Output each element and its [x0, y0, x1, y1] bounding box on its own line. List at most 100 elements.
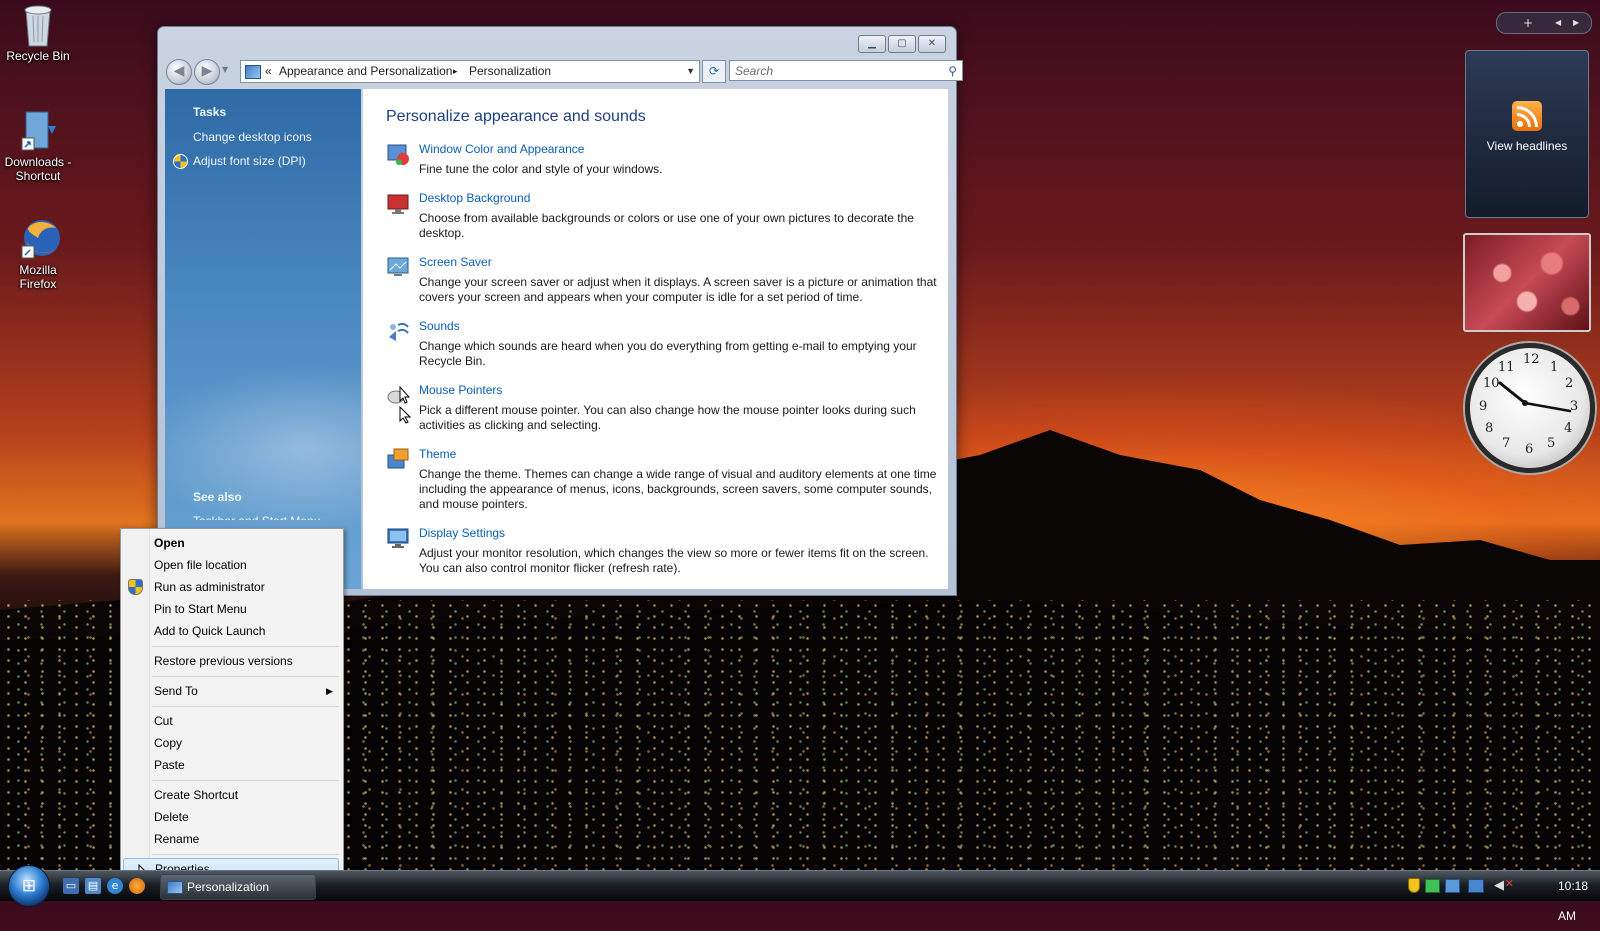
search-placeholder: Search [735, 64, 774, 78]
switch-windows-icon[interactable]: ▤ [85, 878, 101, 894]
item-title-link[interactable]: Theme [419, 447, 456, 461]
sounds-icon [389, 322, 409, 341]
add-gadget-icon[interactable]: + [1523, 13, 1533, 33]
menu-item-pin-to-start[interactable]: Pin to Start Menu [154, 599, 339, 619]
feed-headlines-gadget[interactable]: View headlines [1465, 50, 1589, 218]
menu-item-open[interactable]: Open [154, 533, 339, 553]
breadcrumb-personalization[interactable]: Personalization [469, 61, 551, 82]
see-also-header: See also [193, 490, 242, 504]
desktop-icon-label: Mozilla Firefox [19, 263, 57, 291]
menu-item-delete[interactable]: Delete [154, 807, 339, 827]
menu-item-create-shortcut[interactable]: Create Shortcut [154, 785, 339, 805]
desktop-icon-label: Recycle Bin [6, 49, 70, 63]
item-description: Pick a different mouse pointer. You can … [419, 403, 916, 432]
screen-saver-icon [387, 257, 409, 276]
maximize-button[interactable]: ▢ [888, 35, 916, 53]
clock-time[interactable]: 10:18 AM [1558, 871, 1588, 931]
forward-button[interactable]: ▶ [194, 59, 220, 85]
task-adjust-font-size[interactable]: Adjust font size (DPI) [193, 154, 306, 168]
menu-item-cut[interactable]: Cut [154, 711, 339, 731]
feed-gadget-label: View headlines [1486, 139, 1568, 153]
desktop-icon-downloads-shortcut[interactable]: Downloads - Shortcut [0, 108, 76, 183]
taskbar-button-label: Personalization [187, 880, 270, 894]
item-description: Change the theme. Themes can change a wi… [419, 467, 937, 511]
submenu-arrow-icon: ▶ [326, 686, 333, 696]
page-title: Personalize appearance and sounds [386, 108, 646, 125]
control-panel-icon [167, 881, 183, 894]
minimize-button[interactable]: ▁ [858, 35, 886, 53]
menu-item-paste[interactable]: Paste [154, 755, 339, 775]
windows-logo-icon: ⊞ [21, 876, 37, 896]
address-dropdown-icon[interactable]: ▼ [686, 61, 695, 82]
security-shield-icon[interactable] [1408, 878, 1420, 893]
gadget-sidebar-controls: + ◀ ▶ [1496, 12, 1592, 34]
taskbar-button-personalization[interactable]: Personalization [160, 874, 316, 900]
see-also-taskbar-start-menu[interactable]: Taskbar and Start Menu [193, 514, 320, 520]
start-button[interactable]: ⊞ [8, 865, 50, 907]
menu-item-send-to[interactable]: Send To [154, 681, 339, 701]
item-description: Change which sounds are heard when you d… [419, 339, 917, 368]
window-controls: ▁ ▢ ✕ [858, 35, 946, 53]
rss-feed-icon [1512, 101, 1542, 131]
breadcrumb-appearance[interactable]: Appearance and Personalization [279, 61, 452, 82]
item-title-link[interactable]: Window Color and Appearance [419, 142, 584, 156]
item-description: Choose from available backgrounds or col… [419, 211, 914, 240]
personalization-window: ▁ ▢ ✕ ◀ ▶ ▼ « Appearance and Personaliza… [157, 26, 963, 596]
taskbar: ⊞ ▭ ▤ e Personalization ◀ ✕ 10:18 AM [0, 865, 1600, 923]
search-icon[interactable]: ⚲ [948, 61, 957, 82]
context-menu: Open Open file location Run as administr… [120, 528, 344, 883]
uac-shield-icon [173, 154, 188, 169]
window-color-icon [387, 144, 409, 165]
mouse-pointer-icon [387, 385, 410, 404]
item-title-link[interactable]: Mouse Pointers [419, 383, 502, 397]
menu-separator [152, 706, 339, 707]
menu-item-restore-previous-versions[interactable]: Restore previous versions [154, 651, 339, 671]
slideshow-gadget[interactable] [1463, 233, 1591, 332]
task-change-desktop-icons[interactable]: Change desktop icons [193, 130, 312, 144]
breadcrumb-separator[interactable]: ▸ [453, 61, 458, 82]
desktop-background-icon [387, 194, 409, 214]
close-button[interactable]: ✕ [918, 35, 946, 53]
volume-icon[interactable]: ◀ [1494, 877, 1504, 893]
recent-pages-dropdown[interactable]: ▼ [222, 65, 228, 74]
downloads-folder-icon [18, 108, 58, 152]
breadcrumb-overflow[interactable]: « [265, 61, 272, 82]
menu-item-add-to-quick-launch[interactable]: Add to Quick Launch [154, 621, 339, 641]
network-icon[interactable] [1468, 879, 1484, 893]
windows-update-icon[interactable] [1425, 879, 1440, 893]
clock-gadget[interactable]: 12 1 2 3 4 5 6 7 8 9 10 11 [1465, 343, 1595, 473]
search-input[interactable]: Search ⚲ [729, 60, 963, 81]
theme-icon [387, 448, 409, 469]
item-title-link[interactable]: Display Settings [419, 526, 505, 540]
navigation-bar: ◀ ▶ ▼ « Appearance and Personalization ▸… [166, 57, 963, 85]
next-gadgets-icon[interactable]: ▶ [1573, 13, 1579, 33]
display-settings-icon [387, 528, 409, 548]
address-bar[interactable]: « Appearance and Personalization ▸ Perso… [240, 60, 700, 83]
content-pane: Personalize appearance and sounds Window… [363, 89, 948, 589]
item-description: Change your screen saver or adjust when … [419, 275, 937, 304]
menu-item-copy[interactable]: Copy [154, 733, 339, 753]
desktop-icon-firefox[interactable]: Mozilla Firefox [0, 216, 76, 291]
firefox-quicklaunch-icon[interactable] [129, 878, 145, 894]
item-title-link[interactable]: Screen Saver [419, 255, 492, 269]
mouse-cursor-icon [399, 406, 411, 424]
menu-separator [152, 676, 339, 677]
desktop-icon-label: Downloads - Shortcut [4, 155, 72, 183]
item-title-link[interactable]: Sounds [419, 319, 460, 333]
recycle-bin-icon [18, 2, 58, 47]
back-button[interactable]: ◀ [166, 59, 192, 85]
menu-separator [152, 854, 339, 855]
item-title-link[interactable]: Desktop Background [419, 191, 530, 205]
menu-item-run-as-administrator[interactable]: Run as administrator [154, 577, 339, 597]
show-desktop-icon[interactable]: ▭ [63, 878, 79, 894]
menu-item-rename[interactable]: Rename [154, 829, 339, 849]
firefox-icon [18, 216, 60, 260]
menu-separator [152, 646, 339, 647]
task-pane: Tasks Change desktop icons Adjust font s… [165, 89, 361, 589]
desktop-icon-recycle-bin[interactable]: Recycle Bin [0, 2, 76, 63]
internet-explorer-icon[interactable]: e [107, 878, 123, 894]
menu-item-open-file-location[interactable]: Open file location [154, 555, 339, 575]
tray-app-icon[interactable] [1445, 879, 1460, 893]
previous-gadgets-icon[interactable]: ◀ [1555, 13, 1561, 33]
refresh-button[interactable]: ⟳ [702, 60, 726, 83]
